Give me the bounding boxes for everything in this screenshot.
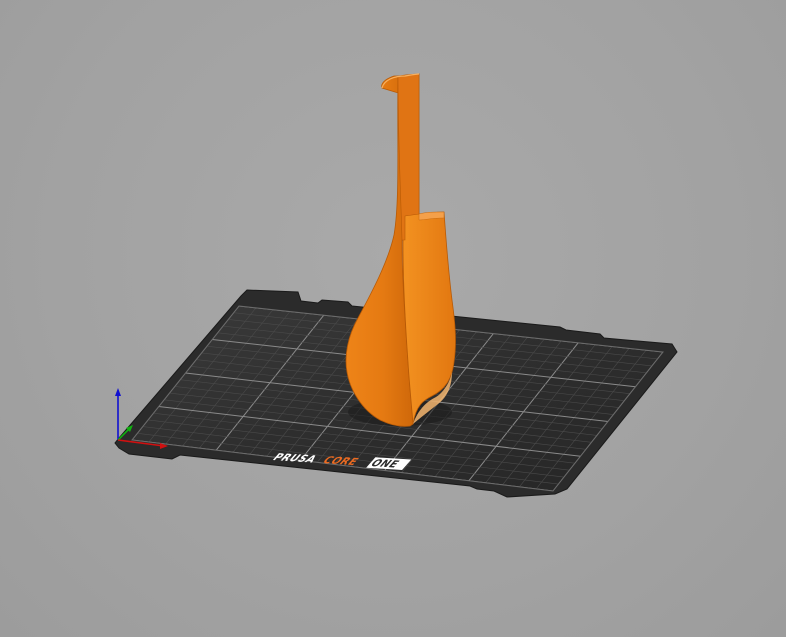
scene-canvas[interactable]: PRUSA CORE ONE bbox=[0, 0, 786, 637]
3d-viewport[interactable]: PRUSA CORE ONE bbox=[0, 0, 786, 637]
z-axis-arrow bbox=[115, 388, 121, 396]
vase-model[interactable] bbox=[345, 73, 456, 427]
